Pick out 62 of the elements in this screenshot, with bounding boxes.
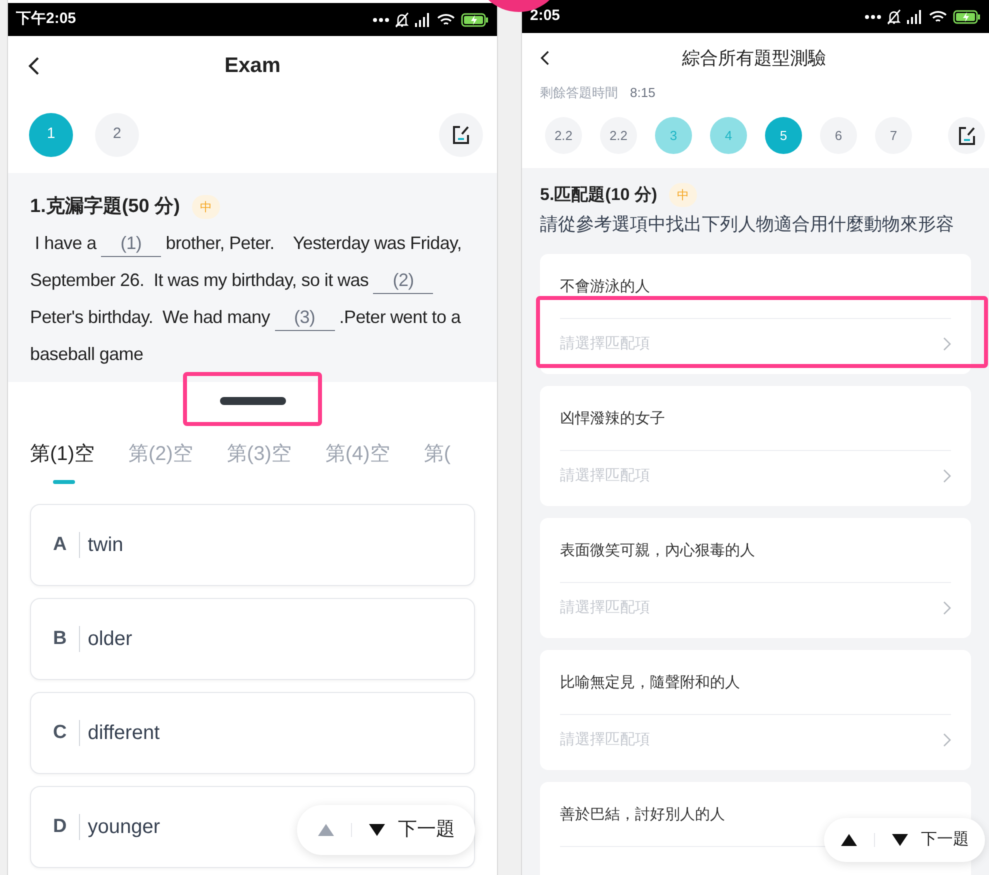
back-button[interactable] xyxy=(28,56,40,76)
matching-prompt: 不會游泳的人 xyxy=(560,276,650,296)
question-number[interactable]: 6 xyxy=(820,117,857,154)
question-title: 1.克漏字題(50 分) xyxy=(30,194,180,219)
chevron-right-icon xyxy=(943,600,951,615)
triangle-up-icon xyxy=(317,823,335,837)
blank-tab[interactable]: 第(2)空 xyxy=(128,436,193,484)
answer-sheet-button[interactable] xyxy=(948,117,985,154)
question-number[interactable]: 7 xyxy=(875,117,912,154)
more-icon xyxy=(373,18,389,22)
bell-off-icon xyxy=(395,12,409,28)
blank-tab[interactable]: 第( xyxy=(424,436,450,484)
battery-charging-icon xyxy=(953,10,981,24)
matching-prompt: 善於巴結，討好別人的人 xyxy=(560,804,725,824)
triangle-down-icon xyxy=(891,833,909,847)
answer-sheet-icon xyxy=(956,126,976,146)
timer-value: 8:15 xyxy=(630,84,656,102)
timer-label: 剩餘答題時間 xyxy=(540,84,618,102)
signal-icon xyxy=(415,12,431,26)
previous-button[interactable] xyxy=(840,833,875,847)
back-icon xyxy=(28,56,40,76)
matching-prompt: 表面微笑可親，內心狠毒的人 xyxy=(560,540,755,560)
passage-text: I have a (1) brother, Peter. Yesterday was Friday, September 26. It was my birthday, so it was (2) Peter's birthday. We had many (3) .Peter went to a baseball game xyxy=(30,224,475,372)
status-time: 2:05 xyxy=(530,6,560,26)
bell-off-icon xyxy=(887,8,901,24)
answer-option[interactable]: B older xyxy=(30,598,475,680)
drag-handle[interactable] xyxy=(220,397,286,405)
question-number[interactable]: 5 xyxy=(765,117,802,154)
chevron-right-icon xyxy=(943,732,951,747)
matching-prompt: 凶悍潑辣的女子 xyxy=(560,408,665,428)
answer-sheet-button[interactable] xyxy=(439,112,483,156)
next-button[interactable]: 下一題 xyxy=(875,828,969,852)
answer-option[interactable]: A twin xyxy=(30,504,475,586)
back-icon xyxy=(540,50,550,66)
page-title: Exam xyxy=(224,53,281,80)
question-number[interactable]: 2.2 xyxy=(600,117,637,154)
matching-prompt: 比喻無定見，隨聲附和的人 xyxy=(560,672,740,692)
answer-option[interactable]: C different xyxy=(30,692,475,774)
triangle-up-icon xyxy=(840,833,858,847)
battery-charging-icon xyxy=(461,12,489,26)
blank-tab[interactable]: 第(3)空 xyxy=(226,436,292,484)
blank-tab[interactable]: 第(4)空 xyxy=(325,436,390,484)
chevron-right-icon xyxy=(943,468,951,483)
answer-sheet-icon xyxy=(451,124,471,144)
question-title: 5.匹配題(10 分) xyxy=(540,184,658,206)
chevron-right-icon xyxy=(943,336,951,351)
wifi-icon xyxy=(929,10,947,24)
status-time: 下午2:05 xyxy=(16,9,76,30)
triangle-down-icon xyxy=(368,823,386,837)
page-title: 綜合所有題型測驗 xyxy=(682,46,826,70)
question-number[interactable]: 1 xyxy=(29,112,73,156)
signal-icon xyxy=(907,10,923,24)
question-number[interactable]: 2 xyxy=(95,112,139,156)
difficulty-badge: 中 xyxy=(669,182,698,207)
difficulty-badge: 中 xyxy=(192,195,220,220)
back-button[interactable] xyxy=(540,50,550,66)
blank-tab[interactable]: 第(1)空 xyxy=(30,436,94,484)
wifi-icon xyxy=(437,12,455,26)
next-button[interactable]: 下一題 xyxy=(352,816,455,844)
more-icon xyxy=(865,14,881,18)
question-number[interactable]: 2.2 xyxy=(545,117,582,154)
instruction-text: 請從參考選項中找出下列人物適合用什麼動物來形容 xyxy=(540,212,955,236)
